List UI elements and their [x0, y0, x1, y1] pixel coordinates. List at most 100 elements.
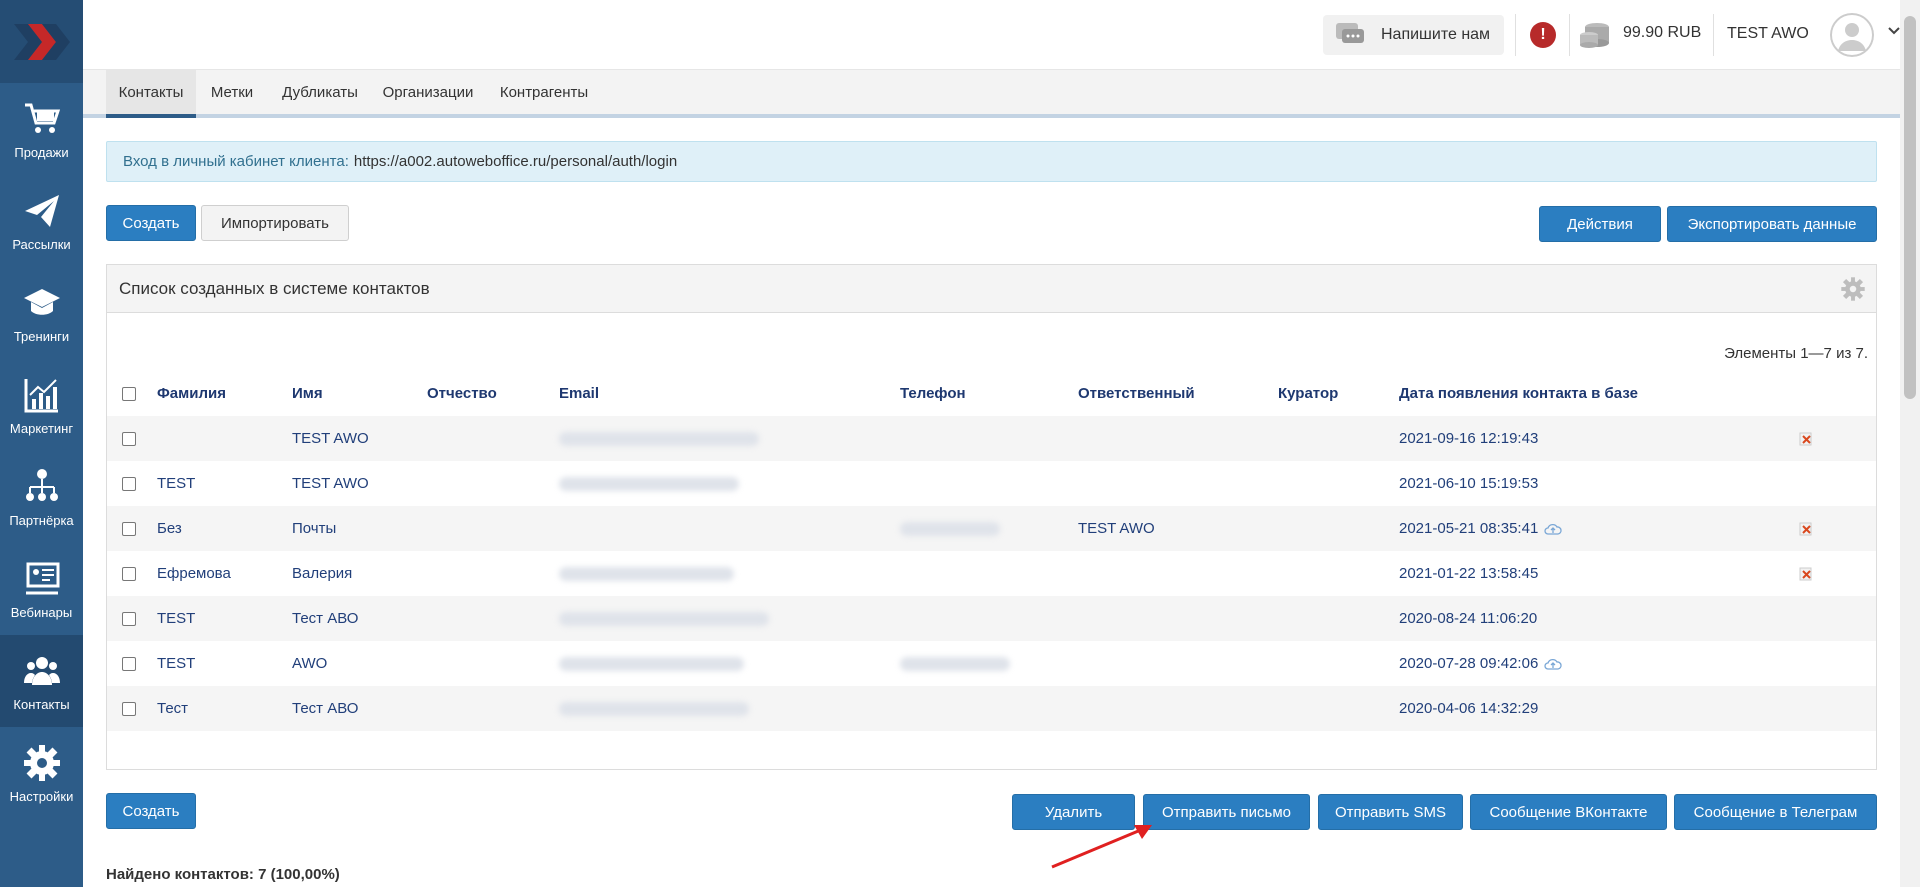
row-checkbox[interactable] [122, 522, 136, 537]
create-button[interactable]: Создать [106, 205, 196, 241]
row-checkbox[interactable] [122, 477, 136, 492]
sidebar-item-label: Тренинги [13, 328, 70, 344]
send-sms-button[interactable]: Отправить SMS [1318, 794, 1463, 830]
column-header-last-name[interactable]: Фамилия [157, 371, 292, 416]
table-row[interactable]: TEST AWO 2020-07-28 09:42:06 [107, 641, 1876, 686]
table-row[interactable]: TEST AWO 2021-09-16 12:19:43 [107, 416, 1876, 461]
alert-icon[interactable]: ! [1530, 22, 1556, 48]
scrollbar-thumb[interactable] [1904, 16, 1916, 399]
client-login-link[interactable]: https://a002.autoweboffice.ru/personal/a… [354, 153, 677, 170]
cell-email [559, 551, 900, 596]
cell-first-name[interactable]: Тест АВО [292, 596, 427, 641]
row-checkbox[interactable] [122, 702, 136, 717]
column-header-first-name[interactable]: Имя [292, 371, 427, 416]
column-header-phone[interactable]: Телефон [900, 371, 1078, 416]
user-avatar-icon [1830, 13, 1874, 57]
telegram-message-button[interactable]: Сообщение в Телеграм [1674, 794, 1877, 830]
export-button[interactable]: Экспортировать данные [1667, 206, 1877, 242]
cell-last-name[interactable]: TEST [157, 641, 292, 686]
cell-date: 2021-09-16 12:19:43 [1399, 416, 1799, 461]
chart-icon [24, 378, 58, 412]
cell-curator [1278, 506, 1399, 551]
sidebar: Продажи Рассылки Тренинги Маркетинг Парт… [0, 0, 83, 887]
sidebar-item-mailings[interactable]: Рассылки [0, 175, 83, 267]
tab-counterparties[interactable]: Контрагенты [484, 70, 604, 114]
row-checkbox[interactable] [122, 567, 136, 582]
sidebar-item-contacts[interactable]: Контакты [0, 635, 83, 727]
tab-organizations[interactable]: Организации [372, 70, 484, 114]
sidebar-item-label: Партнёрка [9, 512, 74, 528]
sidebar-item-label: Настройки [9, 788, 74, 804]
delete-icon[interactable] [1799, 522, 1813, 536]
column-header-curator[interactable]: Куратор [1278, 371, 1399, 416]
import-button[interactable]: Импортировать [201, 205, 349, 241]
column-header-middle-name[interactable]: Отчество [427, 371, 559, 416]
select-all-checkbox[interactable] [122, 387, 136, 402]
table-row[interactable]: TEST Тест АВО 2020-08-24 11:06:20 [107, 596, 1876, 641]
logo[interactable] [0, 0, 83, 83]
cell-last-name[interactable] [157, 416, 292, 461]
sidebar-item-settings[interactable]: Настройки [0, 727, 83, 819]
column-header-email[interactable]: Email [559, 371, 900, 416]
delete-icon[interactable] [1799, 567, 1813, 581]
divider [1713, 14, 1714, 56]
cell-first-name[interactable]: TEST AWO [292, 461, 427, 506]
user-name[interactable]: TEST AWO [1727, 25, 1809, 43]
cell-last-name[interactable]: TEST [157, 596, 292, 641]
table-header-row: Фамилия Имя Отчество Email Телефон Ответ… [107, 371, 1876, 416]
avatar[interactable] [1830, 13, 1874, 57]
cell-first-name[interactable]: Валерия [292, 551, 427, 596]
table-row[interactable]: Тест Тест АВО 2020-04-06 14:32:29 [107, 686, 1876, 731]
page-scrollbar[interactable] [1900, 0, 1920, 887]
sidebar-item-trainings[interactable]: Тренинги [0, 267, 83, 359]
row-checkbox[interactable] [122, 657, 136, 672]
cell-first-name[interactable]: TEST AWO [292, 416, 427, 461]
tab-tags[interactable]: Метки [196, 70, 268, 114]
column-header-date[interactable]: Дата появления контакта в базе [1399, 371, 1799, 416]
sidebar-item-sales[interactable]: Продажи [0, 83, 83, 175]
send-email-button[interactable]: Отправить письмо [1143, 794, 1310, 830]
bottom-create-button[interactable]: Создать [106, 793, 196, 829]
cell-last-name[interactable]: TEST [157, 461, 292, 506]
table-row[interactable]: Ефремова Валерия 2021-01-22 13:58:45 [107, 551, 1876, 596]
cell-middle-name [427, 461, 559, 506]
write-us-label: Напишите нам [1381, 26, 1491, 43]
row-checkbox[interactable] [122, 612, 136, 627]
cell-middle-name [427, 641, 559, 686]
cell-date: 2021-05-21 08:35:41 [1399, 506, 1799, 551]
table-row[interactable]: TEST TEST AWO 2021-06-10 15:19:53 [107, 461, 1876, 506]
actions-button[interactable]: Действия [1539, 206, 1661, 242]
delete-icon[interactable] [1799, 432, 1813, 446]
cell-last-name[interactable]: Без [157, 506, 292, 551]
cell-last-name[interactable]: Ефремова [157, 551, 292, 596]
cell-email [559, 686, 900, 731]
sidebar-item-marketing[interactable]: Маркетинг [0, 359, 83, 451]
row-checkbox[interactable] [122, 432, 136, 447]
tab-duplicates[interactable]: Дубликаты [268, 70, 372, 114]
network-icon [25, 468, 58, 501]
cell-date: 2020-04-06 14:32:29 [1399, 686, 1799, 731]
cell-curator [1278, 461, 1399, 506]
write-us-button[interactable]: Напишите нам [1323, 15, 1504, 55]
table-row[interactable]: Без Почты TEST AWO 2021-05-21 08:35:41 [107, 506, 1876, 551]
sidebar-item-webinars[interactable]: Вебинары [0, 543, 83, 635]
blurred-email [559, 612, 769, 627]
cell-first-name[interactable]: Почты [292, 506, 427, 551]
cell-first-name[interactable]: AWO [292, 641, 427, 686]
chevron-down-icon[interactable] [1887, 24, 1901, 38]
panel-title: Список созданных в системе контактов [119, 278, 430, 298]
divider [1515, 14, 1516, 56]
cell-last-name[interactable]: Тест [157, 686, 292, 731]
presentation-icon [25, 562, 59, 594]
cell-date-text: 2021-05-21 08:35:41 [1399, 520, 1539, 537]
found-contacts: Найдено контактов: 7 (100,00%) [106, 866, 340, 883]
cell-responsible [1078, 551, 1278, 596]
vk-message-button[interactable]: Сообщение ВКонтакте [1470, 794, 1667, 830]
contacts-table: Фамилия Имя Отчество Email Телефон Ответ… [107, 371, 1876, 731]
cell-first-name[interactable]: Тест АВО [292, 686, 427, 731]
settings-gear-icon[interactable] [1840, 276, 1866, 302]
tab-contacts[interactable]: Контакты [106, 70, 196, 118]
sidebar-item-partners[interactable]: Партнёрка [0, 451, 83, 543]
column-header-responsible[interactable]: Ответственный [1078, 371, 1278, 416]
blurred-email [559, 567, 734, 582]
